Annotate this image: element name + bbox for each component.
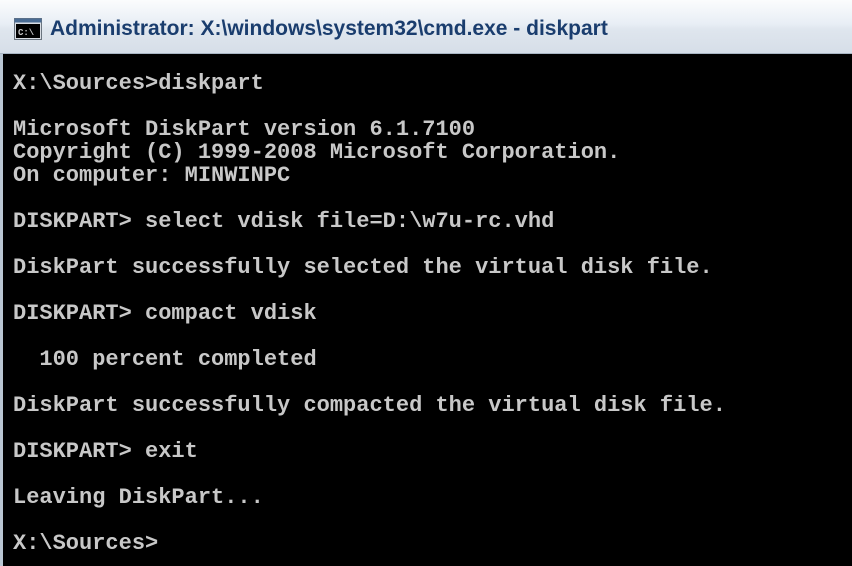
console-line: DiskPart successfully compacted the virt… xyxy=(13,393,726,418)
console-line: DISKPART> compact vdisk xyxy=(13,301,317,326)
cmd-window: C:\ Administrator: X:\windows\system32\c… xyxy=(0,0,852,566)
title-row: C:\ Administrator: X:\windows\system32\c… xyxy=(14,11,608,47)
console-line: On computer: MINWINPC xyxy=(13,163,291,188)
console-line: Microsoft DiskPart version 6.1.7100 xyxy=(13,117,476,142)
console-line: X:\Sources>diskpart xyxy=(13,71,264,96)
svg-text:C:\: C:\ xyxy=(18,28,35,38)
console-line: DiskPart successfully selected the virtu… xyxy=(13,255,713,280)
title-bar[interactable]: C:\ Administrator: X:\windows\system32\c… xyxy=(0,0,852,54)
console-line: Leaving DiskPart... xyxy=(13,485,264,510)
console-prompt-line[interactable]: X:\Sources> xyxy=(13,532,726,555)
cmd-console-icon[interactable]: C:\ xyxy=(14,18,42,40)
console-line: 100 percent completed xyxy=(13,347,317,372)
window-title: Administrator: X:\windows\system32\cmd.e… xyxy=(50,17,608,40)
console-output: X:\Sources>diskpart Microsoft DiskPart ve… xyxy=(13,72,726,555)
console-area[interactable]: X:\Sources>diskpart Microsoft DiskPart ve… xyxy=(0,54,852,566)
console-line: DISKPART> select vdisk file=D:\w7u-rc.vh… xyxy=(13,209,555,234)
console-line: DISKPART> exit xyxy=(13,439,198,464)
console-line: Copyright (C) 1999-2008 Microsoft Corpor… xyxy=(13,140,621,165)
console-prompt: X:\Sources> xyxy=(13,531,159,556)
